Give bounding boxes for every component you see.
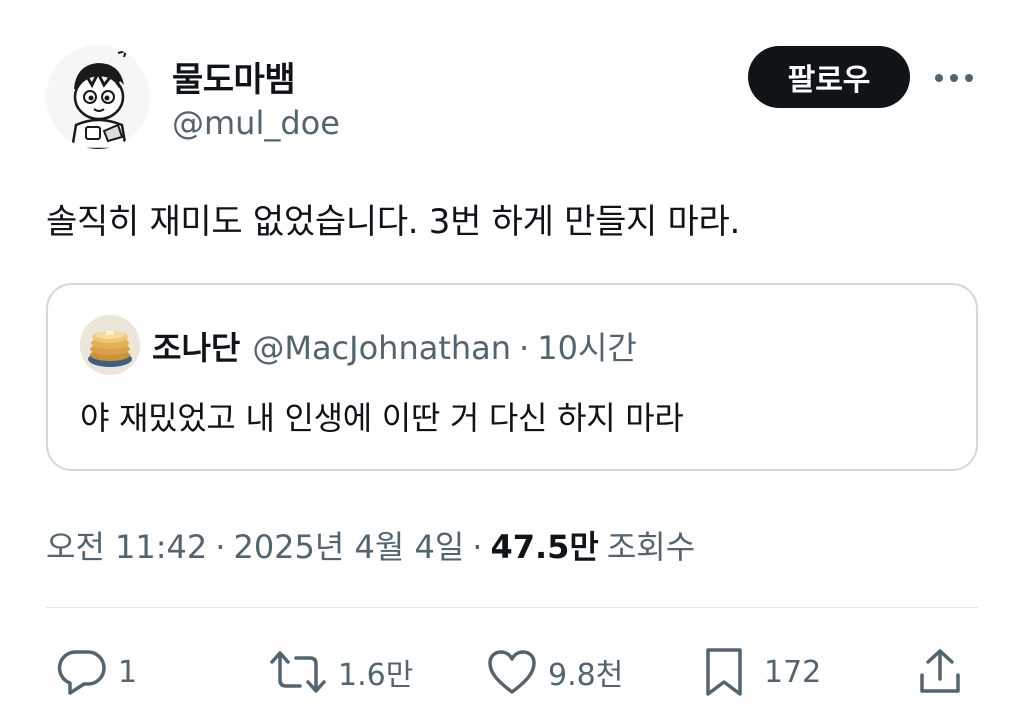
like-button[interactable]: 9.8천 xyxy=(486,644,623,700)
more-options-button[interactable] xyxy=(932,60,976,96)
like-icon xyxy=(488,650,536,694)
tweet-date[interactable]: 2025년 4월 4일 xyxy=(233,522,464,568)
quoted-tweet[interactable]: 조나단 @MacJohnathan · 10시간 야 재밌었고 내 인생에 이딴… xyxy=(46,283,978,471)
tweet-time[interactable]: 오전 11:42 xyxy=(46,522,207,568)
quoted-author-display-name[interactable]: 조나단 xyxy=(152,323,240,369)
reply-button[interactable]: 1 xyxy=(56,644,137,700)
reply-count: 1 xyxy=(118,654,138,690)
avatar-drawing xyxy=(46,45,150,149)
follow-button[interactable]: 팔로우 xyxy=(748,46,910,108)
quoted-author-handle[interactable]: @MacJohnathan xyxy=(252,329,511,367)
bookmark-count: 172 xyxy=(764,654,822,690)
retweet-icon xyxy=(270,651,326,693)
avatar-drawing xyxy=(80,315,140,375)
quoted-tweet-text: 야 재밌었고 내 인생에 이딴 거 다신 하지 마라 xyxy=(80,399,684,437)
author-display-name[interactable]: 물도마뱀 xyxy=(172,52,296,101)
quoted-tweet-time[interactable]: 10시간 xyxy=(537,323,637,369)
tweet-text: 솔직히 재미도 없었습니다. 3번 하게 만들지 마라. xyxy=(46,202,741,242)
retweet-count: 1.6만 xyxy=(338,658,414,693)
views-label: 조회수 xyxy=(606,528,696,566)
bookmark-icon xyxy=(706,648,742,696)
views-count: 47.5만 xyxy=(490,528,599,566)
like-count: 9.8천 xyxy=(548,658,624,693)
tweet-detail: 물도마뱀 @mul_doe 팔로우 솔직히 재미도 없었습니다. 3번 하게 만… xyxy=(0,0,1024,722)
separator-dot: · xyxy=(472,528,483,566)
retweet-button[interactable]: 1.6만 xyxy=(268,644,413,700)
separator-dot: · xyxy=(519,329,530,367)
bookmark-button[interactable]: 172 xyxy=(702,644,821,700)
share-icon xyxy=(920,649,960,693)
separator-dot: · xyxy=(215,528,226,566)
quoted-author-avatar[interactable] xyxy=(80,315,140,375)
author-avatar[interactable] xyxy=(46,45,150,149)
share-button[interactable] xyxy=(916,644,964,700)
reply-icon xyxy=(57,650,106,695)
author-handle[interactable]: @mul_doe xyxy=(172,104,340,142)
tweet-meta: 오전 11:42 · 2025년 4월 4일 · 47.5만 조회수 xyxy=(46,522,695,568)
more-horizontal-icon xyxy=(935,74,973,82)
divider xyxy=(46,607,978,608)
quoted-tweet-header: 조나단 @MacJohnathan · 10시간 xyxy=(152,323,637,369)
